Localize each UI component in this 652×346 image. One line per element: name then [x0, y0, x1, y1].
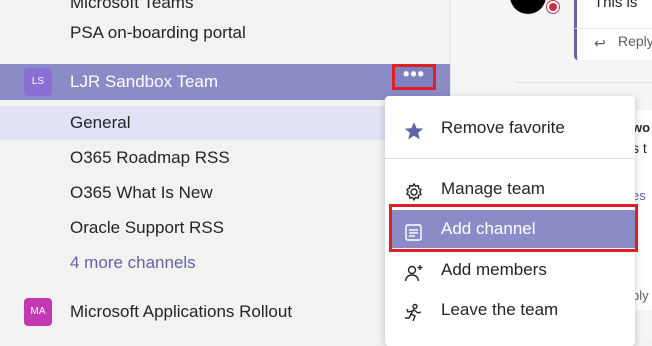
- more-channels-link[interactable]: 4 more channels: [0, 246, 450, 280]
- leave-icon: [403, 300, 425, 322]
- menu-item-label: Add channel: [441, 219, 536, 238]
- reply-button[interactable]: Reply: [618, 33, 652, 49]
- gear-icon: [403, 179, 425, 202]
- menu-item-label: Remove favorite: [441, 118, 565, 137]
- channel-item-o365-roadmap[interactable]: O365 Roadmap RSS: [0, 141, 450, 175]
- channel-icon: [403, 219, 425, 241]
- channel-item-oracle-support[interactable]: Oracle Support RSS: [0, 211, 450, 245]
- channel-label: Oracle Support RSS: [70, 218, 225, 237]
- team-label: Microsoft Applications Rollout: [70, 302, 293, 321]
- team-label: LJR Sandbox Team: [70, 72, 219, 91]
- channel-label: O365 What Is New: [70, 183, 213, 202]
- channel-label: General: [70, 113, 131, 132]
- reply-icon: ↩: [594, 35, 606, 51]
- message-text: This is: [594, 0, 638, 11]
- team-avatar-ma: MA: [24, 298, 52, 326]
- menu-item-label: Leave the team: [441, 300, 559, 319]
- channel-item-o365-whats-new[interactable]: O365 What Is New: [0, 176, 450, 210]
- add-person-icon: [403, 260, 425, 282]
- menu-item-add-members[interactable]: Add members: [385, 252, 635, 288]
- menu-item-manage-team[interactable]: Manage team: [385, 171, 635, 207]
- menu-item-label: Manage team: [441, 179, 545, 198]
- channel-label: O365 Roadmap RSS: [70, 148, 230, 167]
- more-channels-label: 4 more channels: [70, 253, 196, 272]
- team-item-ljr-sandbox[interactable]: LS LJR Sandbox Team: [0, 64, 450, 100]
- channel-label: PSA on-boarding portal: [70, 23, 246, 42]
- menu-item-label: Add members: [441, 260, 547, 279]
- menu-item-add-channel[interactable]: Add channel: [391, 210, 635, 248]
- menu-item-remove-favorite[interactable]: Remove favorite: [385, 110, 635, 146]
- more-options-button[interactable]: •••: [392, 64, 436, 90]
- menu-item-leave-team[interactable]: Leave the team: [385, 292, 635, 328]
- more-options-icon: •••: [403, 64, 425, 84]
- star-icon: [403, 118, 425, 140]
- channel-item-psa-onboarding[interactable]: PSA on-boarding portal: [0, 16, 450, 50]
- channel-item-general[interactable]: General: [0, 106, 450, 140]
- menu-divider: [385, 158, 635, 159]
- message-divider: [515, 82, 652, 83]
- team-item-microsoft-apps-rollout[interactable]: MA Microsoft Applications Rollout: [0, 294, 450, 330]
- team-avatar-ls: LS: [24, 68, 52, 96]
- status-busy-icon: [546, 0, 560, 14]
